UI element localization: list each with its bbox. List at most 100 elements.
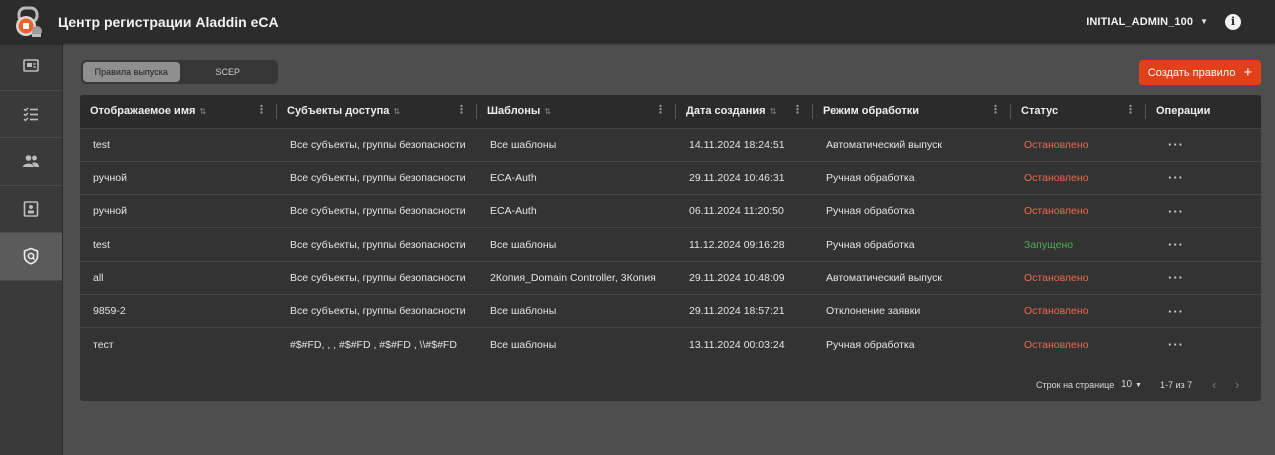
cell-mode: Автоматический выпуск [826, 271, 942, 284]
column-header-templates[interactable]: Шаблоны ⇅ ⋮ [477, 95, 676, 128]
aladdin-logo-icon[interactable] [11, 5, 45, 39]
info-icon[interactable]: i [1225, 13, 1241, 30]
cell-name: тест [93, 338, 114, 351]
cell-created: 29.11.2024 10:48:09 [689, 271, 785, 284]
prev-page-button[interactable]: ‹ [1212, 377, 1216, 392]
column-menu-icon[interactable]: ⋮ [256, 105, 267, 116]
cell-subjects: Все субъекты, группы безопасности [290, 205, 466, 218]
cell-mode: Автоматический выпуск [826, 138, 942, 151]
cell-subjects: Все субъекты, группы безопасности [290, 138, 466, 151]
table-row[interactable]: all Все субъекты, группы безопасности 2Коп… [80, 261, 1261, 294]
table-row[interactable]: test Все субъекты, группы безопасности Все… [80, 128, 1261, 161]
status-badge: Остановлено [1024, 205, 1089, 218]
cell-created: 14.11.2024 18:24:51 [689, 138, 785, 151]
cell-created: 29.11.2024 10:46:31 [689, 171, 785, 184]
cell-templates: Все шаблоны [490, 138, 557, 151]
cell-templates: Все шаблоны [490, 305, 557, 318]
row-actions-button[interactable]: ··· [1146, 261, 1261, 294]
cell-name: all [93, 271, 104, 284]
cell-mode: Ручная обработка [826, 238, 915, 251]
sort-icon[interactable]: ⇅ [770, 107, 777, 116]
cell-name: 9859-2 [93, 305, 126, 318]
page-range: 1-7 из 7 [1160, 379, 1193, 390]
next-page-button[interactable]: › [1235, 377, 1239, 392]
cell-templates: ECA-Auth [490, 171, 537, 184]
sidebar-item-users[interactable] [0, 138, 62, 186]
app-header: Центр регистрации Aladdin eCA INITIAL_AD… [0, 0, 1275, 43]
pagination: Строк на странице 10 ▼ 1-7 из 7 ‹ › [80, 368, 1261, 401]
status-badge: Остановлено [1024, 338, 1089, 351]
shield-rules-icon [23, 247, 39, 265]
table-row[interactable]: 9859-2 Все субъекты, группы безопасности В… [80, 294, 1261, 327]
status-badge: Остановлено [1024, 171, 1089, 184]
table-row[interactable]: test Все субъекты, группы безопасности Все… [80, 227, 1261, 261]
cell-name: ручной [93, 205, 127, 218]
chevron-down-icon[interactable]: ▼ [1135, 382, 1142, 389]
row-actions-button[interactable]: ··· [1146, 228, 1261, 261]
cell-subjects: Все субъекты, группы безопасности [290, 171, 466, 184]
column-menu-icon[interactable]: ⋮ [792, 105, 803, 116]
column-menu-icon[interactable]: ⋮ [655, 105, 666, 116]
sidebar-item-requests[interactable] [0, 91, 62, 138]
status-badge: Остановлено [1024, 271, 1089, 284]
column-menu-icon[interactable]: ⋮ [456, 105, 467, 116]
cell-subjects: #$#FD, , , #$#FD , #$#FD , \\#$#FD [290, 338, 457, 351]
column-header-mode[interactable]: Режим обработки ⋮ [813, 95, 1011, 128]
cell-mode: Ручная обработка [826, 171, 915, 184]
table-row[interactable]: тест #$#FD, , , #$#FD , #$#FD , \\#$#FD Вс… [80, 327, 1261, 361]
row-actions-button[interactable]: ··· [1146, 195, 1261, 228]
checklist-icon [23, 107, 38, 122]
main-content: Правила выпуска SCEP Создать правило + О… [63, 43, 1275, 455]
user-name[interactable]: INITIAL_ADMIN_100 [1086, 16, 1193, 28]
cell-created: 29.11.2024 18:57:21 [689, 305, 785, 318]
cell-templates: 2Копия_Domain Controller, 3Копия [490, 271, 656, 284]
tab-bar: Правила выпуска SCEP [81, 60, 278, 84]
sidebar-item-certificates[interactable] [0, 43, 62, 91]
sidebar [0, 43, 63, 455]
tab-scep[interactable]: SCEP [180, 62, 277, 82]
create-rule-button[interactable]: Создать правило + [1139, 60, 1261, 85]
table-row[interactable]: ручной Все субъекты, группы безопасности E… [80, 194, 1261, 228]
status-badge: Запущено [1024, 238, 1074, 251]
rules-table: Отображаемое имя ⇅ ⋮ Субъекты доступа ⇅ ⋮ … [80, 95, 1261, 401]
table-row[interactable]: ручной Все субъекты, группы безопасности E… [80, 161, 1261, 194]
cell-subjects: Все субъекты, группы безопасности [290, 238, 466, 251]
chevron-down-icon[interactable]: ▼ [1200, 17, 1208, 26]
table-header-row: Отображаемое имя ⇅ ⋮ Субъекты доступа ⇅ ⋮ … [80, 95, 1261, 128]
cell-mode: Ручная обработка [826, 338, 915, 351]
rows-per-page-select[interactable]: 10 [1121, 379, 1132, 390]
rows-per-page-label: Строк на странице [1036, 379, 1115, 390]
plus-icon: + [1243, 64, 1253, 81]
cell-templates: Все шаблоны [490, 238, 557, 251]
cell-mode: Отклонение заявки [826, 305, 921, 318]
cell-name: test [93, 138, 110, 151]
template-icon [23, 200, 39, 217]
column-header-created[interactable]: Дата создания ⇅ ⋮ [676, 95, 813, 128]
column-header-subjects[interactable]: Субъекты доступа ⇅ ⋮ [277, 95, 477, 128]
cell-mode: Ручная обработка [826, 205, 915, 218]
row-actions-button[interactable]: ··· [1146, 328, 1261, 361]
cell-name: test [93, 238, 110, 251]
column-header-name[interactable]: Отображаемое имя ⇅ ⋮ [80, 95, 277, 128]
cell-created: 11.12.2024 09:16:28 [689, 238, 785, 251]
app-title: Центр регистрации Aladdin eCA [58, 13, 279, 30]
column-header-operations: Операции [1156, 105, 1211, 118]
status-badge: Остановлено [1024, 138, 1089, 151]
row-actions-button[interactable]: ··· [1146, 294, 1261, 327]
column-menu-icon[interactable]: ⋮ [990, 105, 1001, 116]
users-icon [23, 155, 39, 168]
cell-name: ручной [93, 171, 127, 184]
column-menu-icon[interactable]: ⋮ [1125, 105, 1136, 116]
cell-templates: Все шаблоны [490, 338, 557, 351]
sidebar-item-issue-rules[interactable] [0, 233, 62, 281]
sidebar-item-templates[interactable] [0, 186, 62, 233]
row-actions-button[interactable]: ··· [1146, 161, 1261, 194]
sort-icon[interactable]: ⇅ [199, 107, 206, 116]
sort-icon[interactable]: ⇅ [544, 107, 551, 116]
column-header-status[interactable]: Статус ⋮ [1011, 95, 1146, 128]
user-menu[interactable]: INITIAL_ADMIN_100 ▼ i [1086, 0, 1241, 43]
sort-icon[interactable]: ⇅ [393, 107, 400, 116]
status-badge: Остановлено [1024, 305, 1089, 318]
row-actions-button[interactable]: ··· [1146, 128, 1261, 161]
tab-issue-rules[interactable]: Правила выпуска [83, 62, 180, 82]
